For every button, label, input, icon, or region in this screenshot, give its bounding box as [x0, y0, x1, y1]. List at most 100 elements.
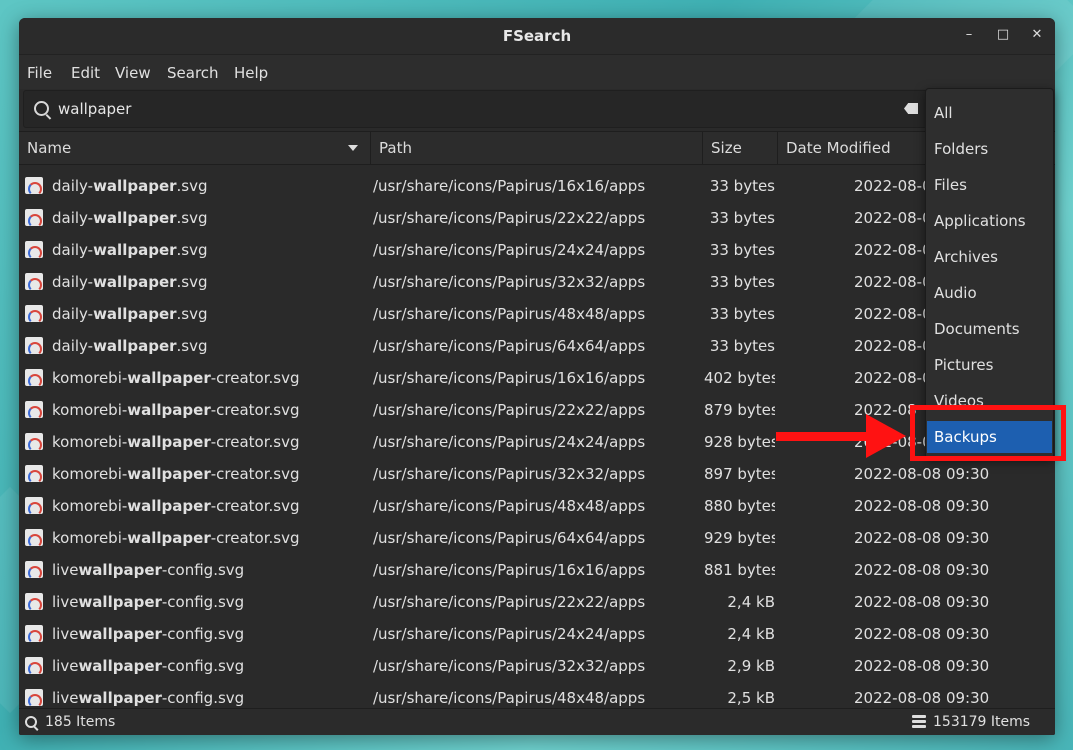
table-row[interactable]: livewallpaper-config.svg/usr/share/icons…: [19, 650, 1055, 682]
file-name: daily-wallpaper.svg: [52, 273, 208, 291]
table-row[interactable]: daily-wallpaper.svg/usr/share/icons/Papi…: [19, 330, 1055, 362]
file-path: /usr/share/icons/Papirus/24x24/apps: [373, 241, 646, 259]
filter-option-archives[interactable]: Archives: [927, 241, 1052, 273]
filter-option-all[interactable]: All: [927, 97, 1052, 129]
file-svg-icon: [25, 433, 43, 450]
table-row[interactable]: livewallpaper-config.svg/usr/share/icons…: [19, 586, 1055, 618]
file-date: 2022-08-08 09:30: [854, 689, 990, 707]
column-headers: Name Path Size Date Modified: [19, 131, 1055, 165]
file-date: 2022-08-08 09:30: [854, 529, 990, 547]
file-path: /usr/share/icons/Papirus/24x24/apps: [373, 433, 646, 451]
clear-icon[interactable]: [904, 103, 918, 114]
file-svg-icon: [25, 337, 43, 354]
filter-option-applications[interactable]: Applications: [927, 205, 1052, 237]
file-path: /usr/share/icons/Papirus/48x48/apps: [373, 689, 646, 707]
file-path: /usr/share/icons/Papirus/32x32/apps: [373, 657, 646, 675]
file-svg-icon: [25, 209, 43, 226]
file-path: /usr/share/icons/Papirus/48x48/apps: [373, 497, 646, 515]
file-name: komorebi-wallpaper-creator.svg: [52, 433, 300, 451]
table-row[interactable]: livewallpaper-config.svg/usr/share/icons…: [19, 554, 1055, 586]
file-size: 33 bytes: [709, 241, 775, 259]
filter-option-documents[interactable]: Documents: [927, 313, 1052, 345]
column-header-label: Date Modified: [786, 139, 891, 157]
menu-file[interactable]: File: [27, 64, 52, 82]
file-name: daily-wallpaper.svg: [52, 337, 208, 355]
file-size: 33 bytes: [709, 209, 775, 227]
file-name: daily-wallpaper.svg: [52, 177, 208, 195]
file-size: 402 bytes: [704, 369, 775, 387]
table-row[interactable]: livewallpaper-config.svg/usr/share/icons…: [19, 682, 1055, 710]
file-date: 2022-08-08 09:30: [854, 625, 990, 643]
file-path: /usr/share/icons/Papirus/22x22/apps: [373, 209, 646, 227]
file-name: daily-wallpaper.svg: [52, 209, 208, 227]
file-size: 897 bytes: [704, 465, 775, 483]
file-size: 33 bytes: [709, 177, 775, 195]
column-header-label: Path: [379, 139, 412, 157]
table-row[interactable]: daily-wallpaper.svg/usr/share/icons/Papi…: [19, 266, 1055, 298]
file-svg-icon: [25, 465, 43, 482]
file-size: 33 bytes: [709, 337, 775, 355]
file-name: komorebi-wallpaper-creator.svg: [52, 465, 300, 483]
search-icon: [25, 716, 37, 728]
result-count: 185 Items: [45, 714, 116, 730]
search-input[interactable]: wallpaper: [23, 90, 929, 128]
menu-edit[interactable]: Edit: [71, 64, 100, 82]
file-size: 33 bytes: [709, 305, 775, 323]
file-path: /usr/share/icons/Papirus/32x32/apps: [373, 465, 646, 483]
menu-search[interactable]: Search: [167, 64, 219, 82]
file-svg-icon: [25, 561, 43, 578]
filter-option-folders[interactable]: Folders: [927, 133, 1052, 165]
file-name: daily-wallpaper.svg: [52, 305, 208, 323]
file-name: komorebi-wallpaper-creator.svg: [52, 529, 300, 547]
filter-option-files[interactable]: Files: [927, 169, 1052, 201]
file-svg-icon: [25, 369, 43, 386]
file-name: komorebi-wallpaper-creator.svg: [52, 497, 300, 515]
file-size: 879 bytes: [704, 401, 775, 419]
file-size: 2,4 kB: [727, 625, 775, 643]
file-path: /usr/share/icons/Papirus/22x22/apps: [373, 401, 646, 419]
file-name: livewallpaper-config.svg: [52, 689, 245, 707]
file-size: 2,9 kB: [727, 657, 775, 675]
file-path: /usr/share/icons/Papirus/64x64/apps: [373, 529, 646, 547]
file-svg-icon: [25, 657, 43, 674]
column-header-path[interactable]: Path: [371, 132, 703, 164]
file-name: livewallpaper-config.svg: [52, 593, 245, 611]
table-row[interactable]: daily-wallpaper.svg/usr/share/icons/Papi…: [19, 202, 1055, 234]
table-row[interactable]: komorebi-wallpaper-creator.svg/usr/share…: [19, 458, 1055, 490]
file-size: 2,4 kB: [727, 593, 775, 611]
maximize-icon[interactable]: □: [995, 27, 1011, 43]
filter-dropdown: All Folders Files Applications Archives Audio…: [925, 88, 1054, 459]
minimize-icon[interactable]: –: [961, 27, 977, 43]
file-path: /usr/share/icons/Papirus/16x16/apps: [373, 561, 646, 579]
table-row[interactable]: daily-wallpaper.svg/usr/share/icons/Papi…: [19, 234, 1055, 266]
search-input-value: wallpaper: [58, 100, 132, 118]
menu-view[interactable]: View: [115, 64, 151, 82]
file-path: /usr/share/icons/Papirus/22x22/apps: [373, 593, 646, 611]
column-header-label: Name: [27, 139, 72, 157]
file-date: 2022-08-08 09:30: [854, 561, 990, 579]
file-path: /usr/share/icons/Papirus/48x48/apps: [373, 305, 646, 323]
filter-option-pictures[interactable]: Pictures: [927, 349, 1052, 381]
annotation-arrow-head: [866, 414, 906, 458]
filter-option-audio[interactable]: Audio: [927, 277, 1052, 309]
annotation-highlight-box: [910, 405, 1066, 461]
close-icon[interactable]: ✕: [1029, 27, 1045, 43]
column-header-name[interactable]: Name: [19, 132, 371, 164]
table-row[interactable]: livewallpaper-config.svg/usr/share/icons…: [19, 618, 1055, 650]
file-path: /usr/share/icons/Papirus/32x32/apps: [373, 273, 646, 291]
table-row[interactable]: daily-wallpaper.svg/usr/share/icons/Papi…: [19, 170, 1055, 202]
file-svg-icon: [25, 497, 43, 514]
table-row[interactable]: komorebi-wallpaper-creator.svg/usr/share…: [19, 490, 1055, 522]
file-size: 881 bytes: [704, 561, 775, 579]
file-size: 928 bytes: [704, 433, 775, 451]
menu-help[interactable]: Help: [234, 64, 268, 82]
file-path: /usr/share/icons/Papirus/64x64/apps: [373, 337, 646, 355]
table-row[interactable]: daily-wallpaper.svg/usr/share/icons/Papi…: [19, 298, 1055, 330]
file-svg-icon: [25, 241, 43, 258]
search-icon: [34, 101, 49, 116]
file-name: daily-wallpaper.svg: [52, 241, 208, 259]
file-svg-icon: [25, 593, 43, 610]
table-row[interactable]: komorebi-wallpaper-creator.svg/usr/share…: [19, 522, 1055, 554]
table-row[interactable]: komorebi-wallpaper-creator.svg/usr/share…: [19, 362, 1055, 394]
column-header-size[interactable]: Size: [703, 132, 778, 164]
